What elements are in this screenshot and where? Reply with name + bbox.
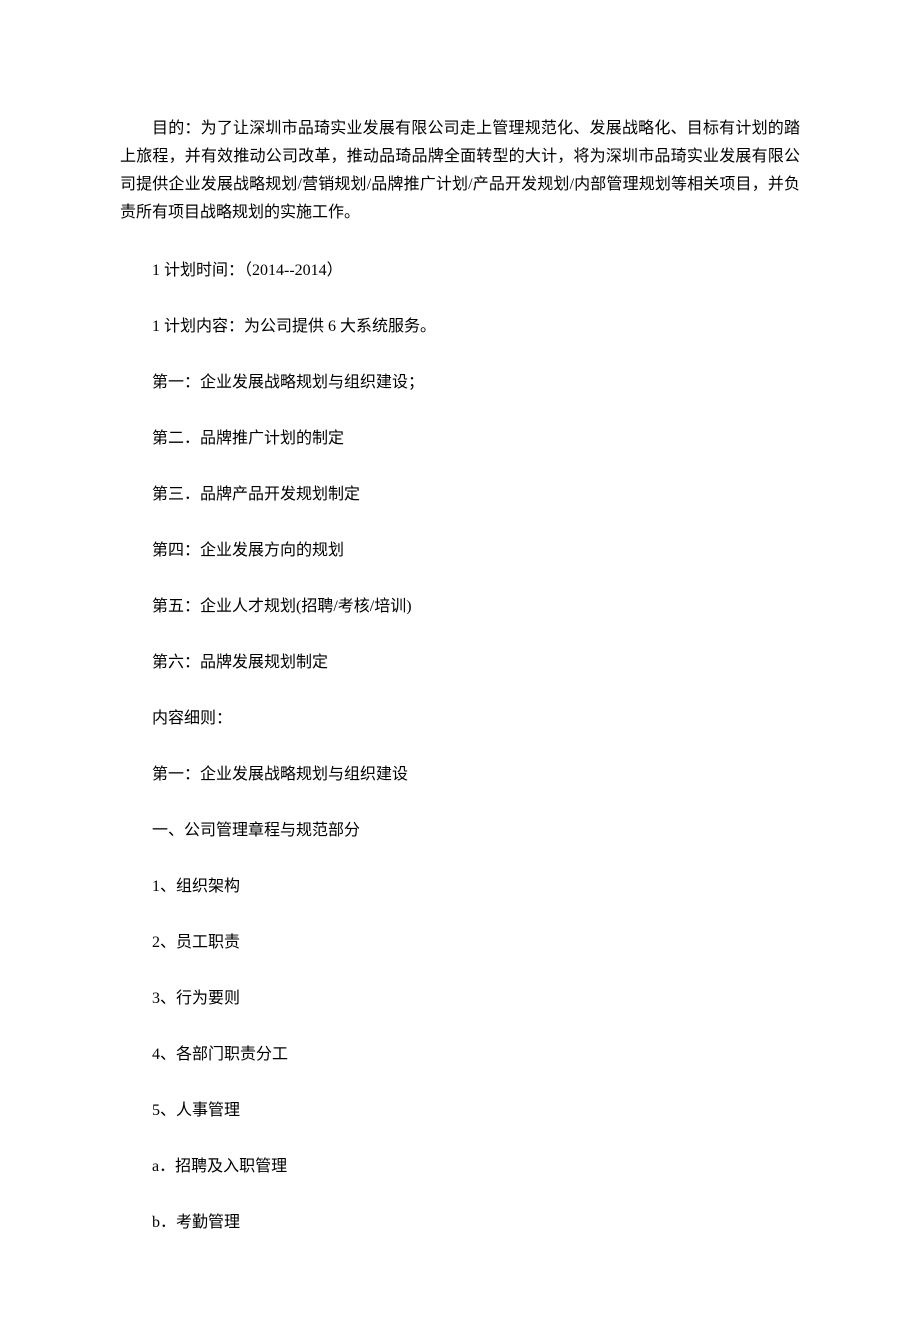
item-4: 第四：企业发展方向的规划 bbox=[120, 539, 800, 563]
item-6: 第六：品牌发展规划制定 bbox=[120, 651, 800, 675]
point-5: 5、人事管理 bbox=[120, 1099, 800, 1123]
subsection-1: 一、公司管理章程与规范部分 bbox=[120, 819, 800, 843]
plan-content: 1 计划内容：为公司提供 6 大系统服务。 bbox=[120, 315, 800, 339]
subpoint-b: b．考勤管理 bbox=[120, 1211, 800, 1235]
point-1: 1、组织架构 bbox=[120, 875, 800, 899]
item-3: 第三．品牌产品开发规划制定 bbox=[120, 483, 800, 507]
section-1-heading: 第一：企业发展战略规划与组织建设 bbox=[120, 763, 800, 787]
point-2: 2、员工职责 bbox=[120, 931, 800, 955]
intro-paragraph: 目的：为了让深圳市品琦实业发展有限公司走上管理规范化、发展战略化、目标有计划的踏… bbox=[120, 115, 800, 227]
subpoint-a: a．招聘及入职管理 bbox=[120, 1155, 800, 1179]
item-1: 第一：企业发展战略规划与组织建设； bbox=[120, 371, 800, 395]
point-4: 4、各部门职责分工 bbox=[120, 1043, 800, 1067]
item-5: 第五：企业人才规划(招聘/考核/培训) bbox=[120, 595, 800, 619]
point-3: 3、行为要则 bbox=[120, 987, 800, 1011]
details-heading: 内容细则： bbox=[120, 707, 800, 731]
plan-time: 1 计划时间：（2014--2014） bbox=[120, 259, 800, 283]
item-2: 第二．品牌推广计划的制定 bbox=[120, 427, 800, 451]
